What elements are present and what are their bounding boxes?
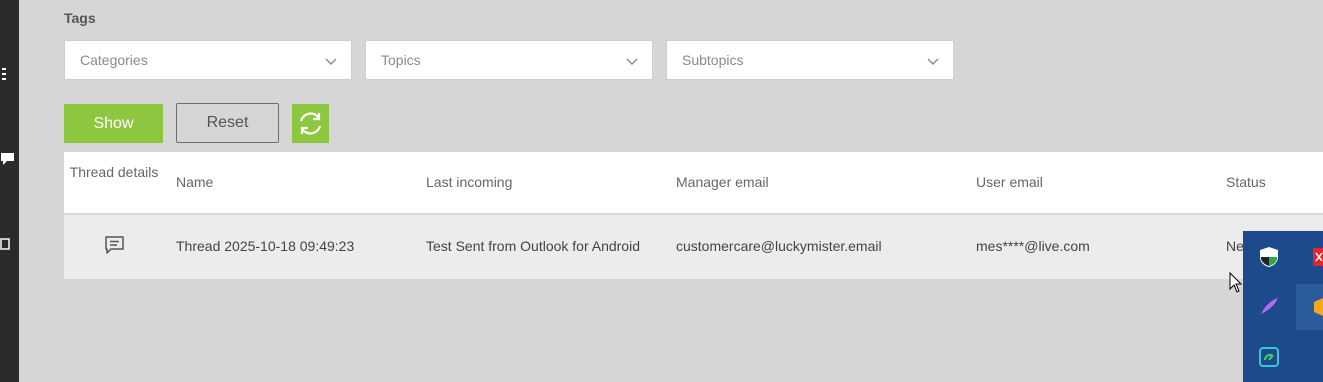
table-row[interactable]: Thread 2025-10-18 09:49:23 Test Sent fro…: [64, 215, 1323, 279]
subtopics-select[interactable]: Subtopics: [666, 40, 954, 80]
mouse-cursor-icon: [1229, 272, 1243, 293]
categories-placeholder: Categories: [80, 52, 148, 68]
categories-select[interactable]: Categories: [64, 40, 352, 80]
reset-button[interactable]: Reset: [176, 103, 279, 143]
app-icon-red[interactable]: [1313, 248, 1323, 266]
show-button[interactable]: Show: [64, 104, 163, 143]
column-name[interactable]: Name: [176, 174, 213, 190]
sidebar-chat-icon[interactable]: [0, 150, 16, 166]
speedometer-icon[interactable]: [1259, 347, 1279, 367]
last-incoming: Test Sent from Outlook for Android: [426, 238, 640, 254]
feather-icon[interactable]: [1259, 296, 1279, 316]
sidebar-icon-3[interactable]: [0, 236, 16, 252]
message-icon[interactable]: [104, 235, 125, 255]
subtopics-placeholder: Subtopics: [682, 52, 744, 68]
threads-table: Thread details Name Last incoming Manage…: [64, 152, 1323, 279]
tags-label: Tags: [64, 10, 96, 26]
column-last-incoming[interactable]: Last incoming: [426, 174, 512, 190]
chevron-down-icon: [927, 58, 939, 65]
sidebar-icon-1[interactable]: [0, 66, 16, 82]
status-value: Ne: [1226, 238, 1244, 254]
chevron-down-icon: [626, 58, 638, 65]
manager-email: customercare@luckymister.email: [676, 238, 882, 254]
security-shield-icon[interactable]: [1259, 246, 1279, 268]
column-thread-details[interactable]: Thread details: [64, 161, 164, 183]
app-icon-orange[interactable]: [1314, 298, 1323, 316]
refresh-icon: [299, 112, 322, 135]
refresh-button[interactable]: [292, 104, 329, 143]
user-email: mes****@live.com: [976, 238, 1090, 254]
left-sidebar-rail: [0, 0, 19, 382]
column-status[interactable]: Status: [1226, 174, 1266, 190]
table-header: Thread details Name Last incoming Manage…: [64, 152, 1323, 215]
topics-placeholder: Topics: [381, 52, 421, 68]
column-user-email[interactable]: User email: [976, 174, 1043, 190]
system-tray-popup: [1243, 231, 1323, 382]
thread-name: Thread 2025-10-18 09:49:23: [176, 238, 355, 254]
chevron-down-icon: [325, 58, 337, 65]
topics-select[interactable]: Topics: [365, 40, 653, 80]
column-manager-email[interactable]: Manager email: [676, 174, 769, 190]
